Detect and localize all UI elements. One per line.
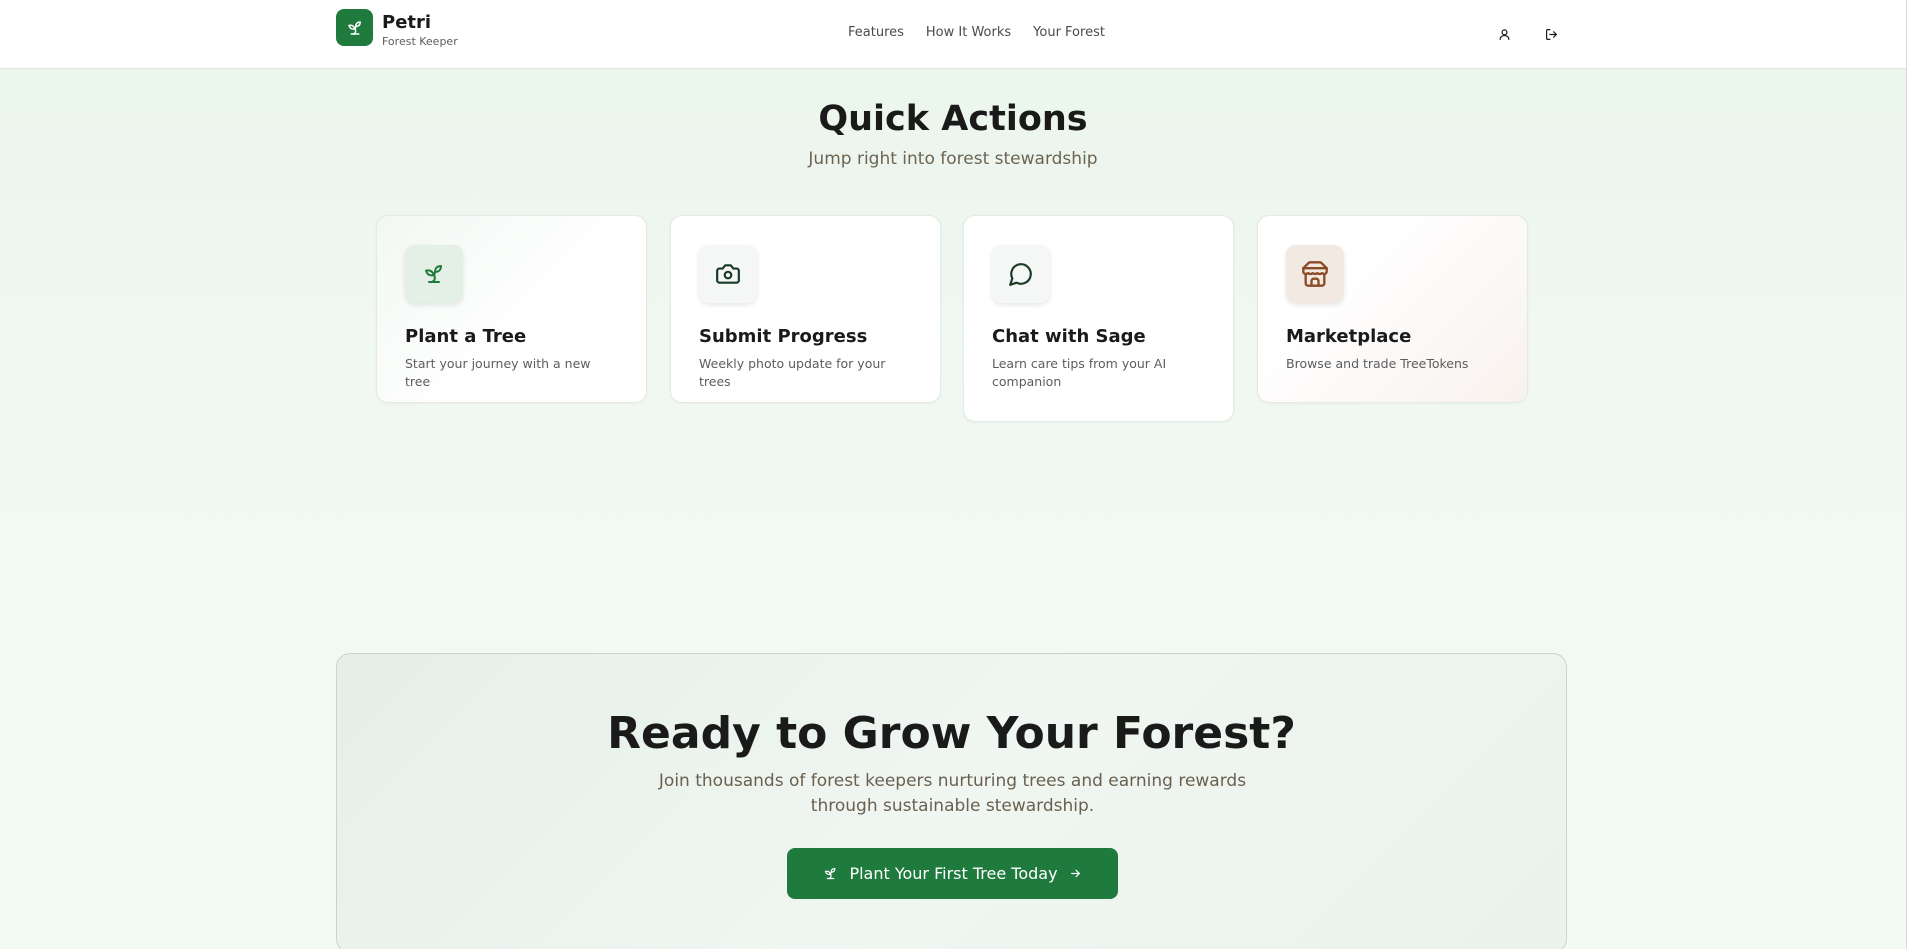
brand-name: Petri: [382, 12, 432, 33]
quick-actions-title: Quick Actions: [818, 99, 1088, 139]
arrow-right-icon: [1069, 867, 1082, 880]
sprout-icon: [405, 245, 463, 303]
brand[interactable]: Petri Forest Keeper: [336, 9, 458, 48]
card-title: Marketplace: [1286, 326, 1412, 347]
nav-link-features[interactable]: Features: [848, 25, 904, 41]
brand-logo-sprout-icon: [336, 9, 373, 46]
header-actions: [1494, 24, 1561, 44]
card-chat-with-sage[interactable]: Chat with Sage Learn care tips from your…: [963, 215, 1234, 422]
card-plant-a-tree[interactable]: Plant a Tree Start your journey with a n…: [376, 215, 647, 403]
nav-link-how-it-works[interactable]: How It Works: [926, 25, 1011, 41]
card-description: Start your journey with a new tree: [405, 356, 591, 389]
card-description: Browse and trade TreeTokens: [1286, 356, 1469, 371]
card-description: Weekly photo update for your trees: [699, 356, 886, 389]
cta-subtitle: Join thousands of forest keepers nurturi…: [658, 771, 1247, 816]
card-title: Submit Progress: [699, 326, 868, 347]
plant-first-tree-button[interactable]: Plant Your First Tree Today: [787, 848, 1118, 899]
cta-section: Ready to Grow Your Forest? Join thousand…: [336, 653, 1567, 949]
sprout-icon: [823, 866, 838, 881]
card-marketplace[interactable]: Marketplace Browse and trade TreeTokens: [1257, 215, 1528, 403]
card-description: Learn care tips from your AI companion: [992, 356, 1167, 389]
user-icon[interactable]: [1494, 24, 1514, 44]
card-title: Chat with Sage: [992, 326, 1146, 347]
top-header: Petri Forest Keeper Features How It Work…: [0, 0, 1906, 69]
nav-link-your-forest[interactable]: Your Forest: [1033, 25, 1105, 41]
camera-icon: [699, 245, 757, 303]
page: Petri Forest Keeper Features How It Work…: [0, 0, 1907, 949]
cta-button-label: Plant Your First Tree Today: [849, 864, 1058, 883]
card-title: Plant a Tree: [405, 326, 527, 347]
logout-icon[interactable]: [1541, 24, 1561, 44]
card-submit-progress[interactable]: Submit Progress Weekly photo update for …: [670, 215, 941, 403]
cta-title: Ready to Grow Your Forest?: [607, 708, 1296, 759]
brand-tagline: Forest Keeper: [382, 35, 458, 48]
quick-actions-subtitle: Jump right into forest stewardship: [808, 149, 1098, 169]
main-nav: Features How It Works Your Forest: [848, 25, 1105, 41]
store-icon: [1286, 245, 1344, 303]
chat-bubble-icon: [992, 245, 1050, 303]
